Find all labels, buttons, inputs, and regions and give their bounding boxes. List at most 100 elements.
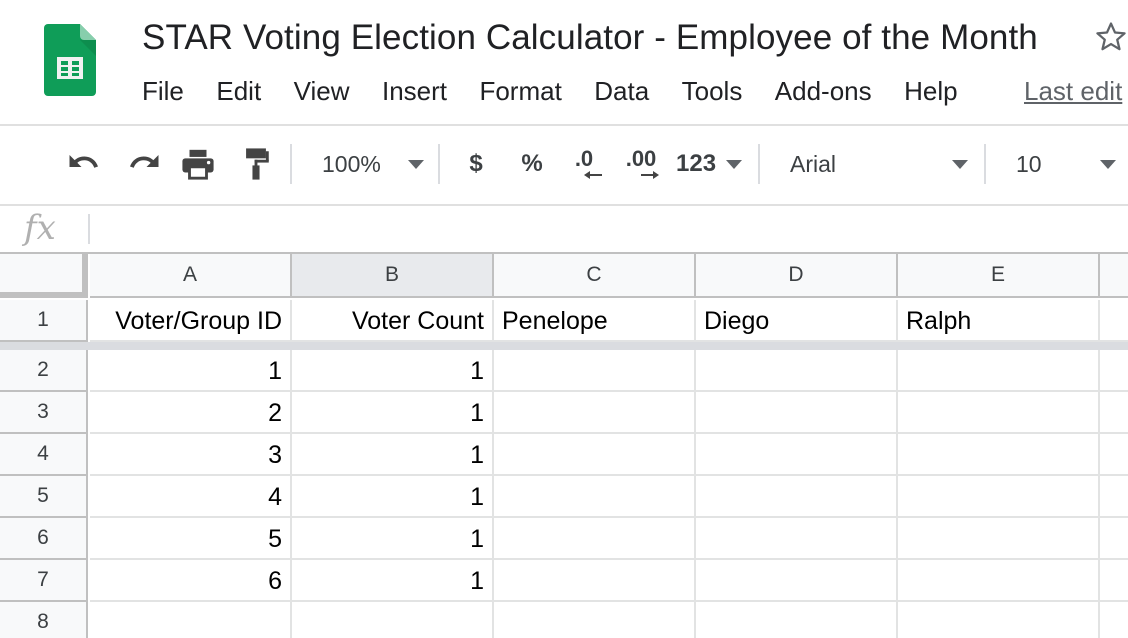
menu-edit[interactable]: Edit — [214, 74, 263, 109]
menu-insert[interactable]: Insert — [380, 74, 449, 109]
column-header-d[interactable]: D — [696, 254, 898, 298]
row-header-5[interactable]: 5 — [0, 476, 88, 518]
redo-button[interactable] — [120, 144, 164, 184]
font-size-value: 10 — [1016, 150, 1042, 177]
menu-data[interactable]: Data — [592, 74, 651, 109]
cell-a1[interactable]: Voter/Group ID — [90, 300, 292, 342]
cell-b5[interactable]: 1 — [292, 476, 494, 518]
cell-c6[interactable] — [494, 518, 696, 560]
increase-decimal-button[interactable]: .00 — [618, 144, 664, 184]
cell-c8[interactable] — [494, 602, 696, 638]
font-size-select[interactable]: 10 — [1006, 144, 1120, 184]
cell-d7[interactable] — [696, 560, 898, 602]
cell-a2[interactable]: 1 — [90, 350, 292, 392]
row-header-3[interactable]: 3 — [0, 392, 88, 434]
cell-a3[interactable]: 2 — [90, 392, 292, 434]
cell-a5[interactable]: 4 — [90, 476, 292, 518]
cell-c5[interactable] — [494, 476, 696, 518]
cell-a7[interactable]: 6 — [90, 560, 292, 602]
cell-a6[interactable]: 5 — [90, 518, 292, 560]
formula-bar: fx — [0, 206, 1128, 252]
cell-e2[interactable] — [898, 350, 1100, 392]
cell-c3[interactable] — [494, 392, 696, 434]
row-header-2[interactable]: 2 — [0, 350, 88, 392]
frozen-row-divider[interactable] — [0, 342, 1128, 350]
print-icon — [182, 149, 214, 180]
cell-e8[interactable] — [898, 602, 1100, 638]
cell-e6[interactable] — [898, 518, 1100, 560]
more-formats-button[interactable]: 123 — [676, 144, 742, 184]
arrow-right-icon — [641, 171, 659, 179]
menu-tools[interactable]: Tools — [680, 74, 745, 109]
toolbar-separator — [984, 144, 986, 184]
column-header-b[interactable]: B — [292, 254, 494, 298]
cell-next-column[interactable] — [1100, 560, 1128, 602]
cell-c7[interactable] — [494, 560, 696, 602]
row-header-4[interactable]: 4 — [0, 434, 88, 476]
column-header-c[interactable]: C — [494, 254, 696, 298]
cell-a8[interactable] — [90, 602, 292, 638]
cell-a4[interactable]: 3 — [90, 434, 292, 476]
cell-next-column[interactable] — [1100, 392, 1128, 434]
cell-b3[interactable]: 1 — [292, 392, 494, 434]
sheets-logo-icon[interactable] — [44, 24, 96, 96]
spreadsheet-grid: A B C D E 1 2 3 4 5 6 7 8 Voter/Group ID Voter Count Pe… — [0, 254, 1128, 638]
font-family-select[interactable]: Arial — [780, 144, 972, 184]
cell-next-column[interactable] — [1100, 434, 1128, 476]
cell-c2[interactable] — [494, 350, 696, 392]
paint-format-button[interactable] — [234, 144, 278, 184]
cell-b4[interactable]: 1 — [292, 434, 494, 476]
cell-d3[interactable] — [696, 392, 898, 434]
menu-view[interactable]: View — [292, 74, 352, 109]
last-edit-link[interactable]: Last edit — [1024, 76, 1122, 107]
column-header-e[interactable]: E — [898, 254, 1100, 298]
menu-add-ons[interactable]: Add-ons — [773, 74, 874, 109]
cell-d1[interactable]: Diego — [696, 300, 898, 342]
cell-b2[interactable]: 1 — [292, 350, 494, 392]
cell-e1[interactable]: Ralph — [898, 300, 1100, 342]
cell-b7[interactable]: 1 — [292, 560, 494, 602]
cell-e3[interactable] — [898, 392, 1100, 434]
cell-d6[interactable] — [696, 518, 898, 560]
zoom-select[interactable]: 100% — [310, 144, 430, 184]
cell-next-column[interactable] — [1100, 350, 1128, 392]
cell-e7[interactable] — [898, 560, 1100, 602]
undo-icon — [69, 155, 98, 168]
cell-b8[interactable] — [292, 602, 494, 638]
menu-file[interactable]: File — [140, 74, 186, 109]
row-header-6[interactable]: 6 — [0, 518, 88, 560]
cell-next-column[interactable] — [1100, 602, 1128, 638]
row-header-7[interactable]: 7 — [0, 560, 88, 602]
cell-c1[interactable]: Penelope — [494, 300, 696, 342]
cell-d2[interactable] — [696, 350, 898, 392]
more-formats-label: 123 — [676, 150, 717, 177]
cell-b1[interactable]: Voter Count — [292, 300, 494, 342]
cell-next-column[interactable] — [1100, 300, 1128, 342]
cell-d8[interactable] — [696, 602, 898, 638]
select-all-corner[interactable] — [0, 254, 88, 298]
menu-format[interactable]: Format — [477, 74, 563, 109]
cell-d5[interactable] — [696, 476, 898, 518]
cell-next-column[interactable] — [1100, 476, 1128, 518]
cell-e5[interactable] — [898, 476, 1100, 518]
cell-e4[interactable] — [898, 434, 1100, 476]
star-icon[interactable] — [1094, 20, 1128, 60]
percent-format-button[interactable]: % — [514, 144, 550, 184]
column-header-a[interactable]: A — [90, 254, 292, 298]
cell-c4[interactable] — [494, 434, 696, 476]
chevron-down-icon — [952, 159, 968, 169]
row-header-8[interactable]: 8 — [0, 602, 88, 638]
menu-help[interactable]: Help — [902, 74, 959, 109]
cell-next-column[interactable] — [1100, 518, 1128, 560]
undo-button[interactable] — [64, 144, 108, 184]
redo-icon — [130, 155, 159, 168]
column-header-next[interactable] — [1100, 254, 1128, 298]
row-header-1[interactable]: 1 — [0, 300, 88, 342]
currency-format-button[interactable]: $ — [458, 144, 494, 184]
cell-b6[interactable]: 1 — [292, 518, 494, 560]
chevron-down-icon — [726, 159, 742, 169]
print-button[interactable] — [176, 144, 220, 184]
document-title[interactable]: STAR Voting Election Calculator - Employ… — [142, 18, 1038, 58]
cell-d4[interactable] — [696, 434, 898, 476]
decrease-decimal-button[interactable]: .0 — [564, 144, 604, 184]
